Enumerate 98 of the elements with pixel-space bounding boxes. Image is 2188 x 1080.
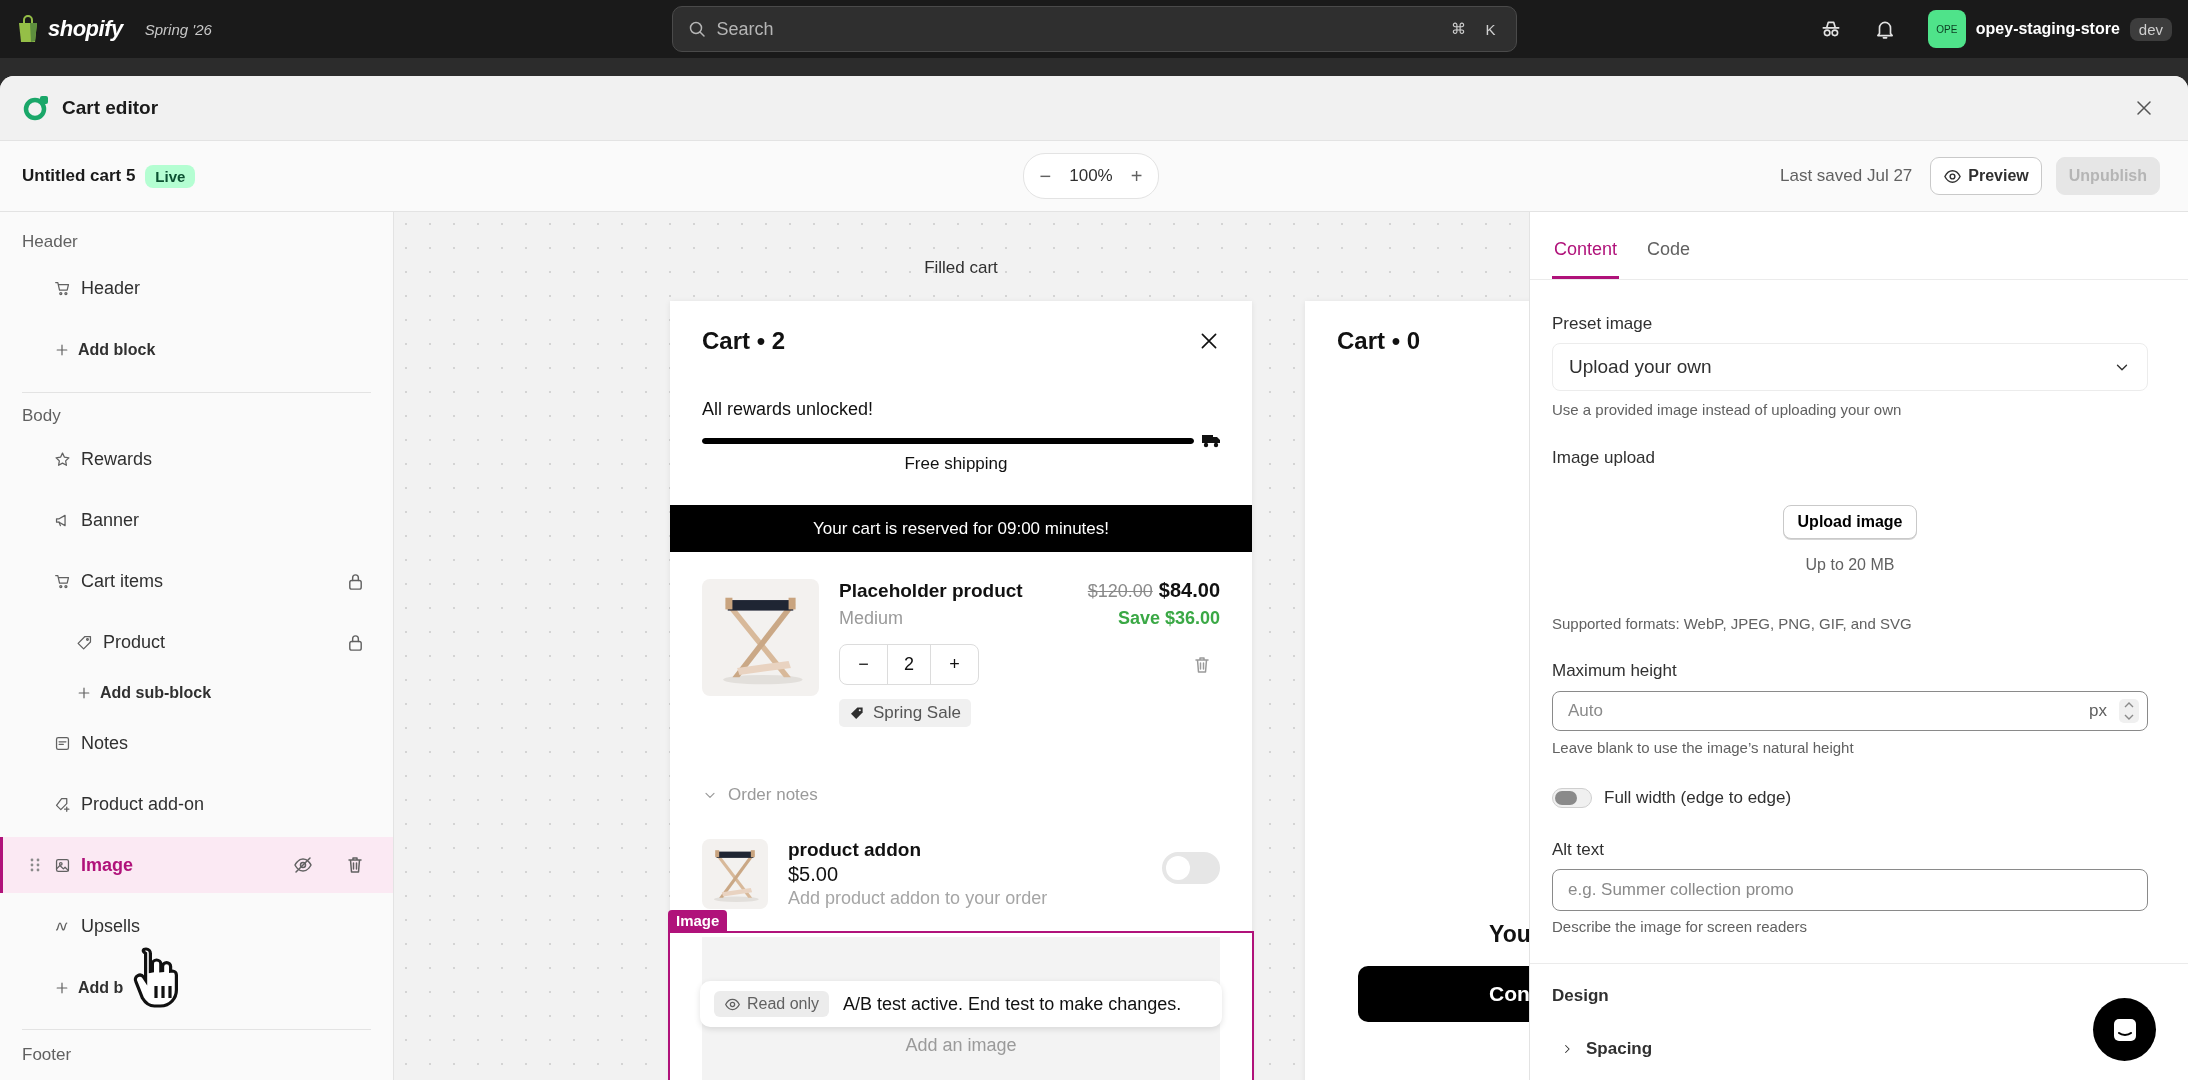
product-variant: Medium bbox=[839, 608, 904, 629]
delete-icon bbox=[345, 855, 365, 875]
block-tag: Image bbox=[668, 910, 728, 931]
shopify-bag-icon bbox=[16, 15, 40, 43]
notice-message: A/B test active. End test to make changes. bbox=[843, 993, 1182, 1015]
panel-tab[interactable]: Content bbox=[1552, 239, 1620, 279]
image-placeholder-text: Add an image bbox=[905, 1035, 1017, 1056]
remove-button[interactable] bbox=[1192, 654, 1212, 675]
cart-title: Cart • 2 bbox=[702, 327, 786, 355]
product-name: Placeholder product bbox=[839, 580, 1023, 602]
continue-button[interactable]: Con bbox=[1358, 966, 1529, 1022]
drag-handle-icon[interactable] bbox=[30, 857, 40, 873]
preview-label: Filled cart bbox=[924, 257, 998, 279]
add-sub-block-button[interactable]: Add sub-block bbox=[0, 673, 393, 713]
tag-icon bbox=[76, 634, 93, 651]
addon-description: Add product addon to your order bbox=[788, 888, 1049, 909]
addon-name: product addon bbox=[788, 839, 922, 861]
block-item[interactable]: Cart items bbox=[0, 551, 393, 612]
brand-name[interactable]: shopify bbox=[48, 16, 123, 42]
eye-off-icon bbox=[293, 855, 313, 875]
block-item[interactable]: Banner bbox=[0, 490, 393, 551]
full-width-toggle[interactable] bbox=[1552, 788, 1592, 808]
add-block-button[interactable]: Add block bbox=[0, 319, 393, 380]
status-badge: Live bbox=[145, 164, 196, 188]
star-icon bbox=[54, 451, 71, 468]
tag-icon bbox=[849, 705, 865, 721]
cart-title: Cart • 0 bbox=[1337, 327, 1421, 355]
image-icon bbox=[54, 856, 71, 874]
maximum-height-field[interactable]: Auto px bbox=[1552, 691, 2148, 731]
store-name[interactable]: opey-staging-store bbox=[1975, 20, 2120, 38]
last-saved-text: Last saved Jul 27 bbox=[1780, 166, 1913, 186]
help-text: Use a provided image instead of uploading your own bbox=[1552, 400, 1903, 420]
compare-price: $120.00 bbox=[1087, 581, 1153, 602]
cart-icon bbox=[54, 280, 71, 297]
zoom-value: 100% bbox=[1069, 166, 1113, 186]
field-label: Image upload bbox=[1552, 447, 1657, 469]
image-block[interactable]: Read only A/B test active. End test to make changes. Add an image bbox=[668, 931, 1254, 1080]
milestone-label: Free shipping bbox=[903, 454, 1009, 474]
cart-name: Untitled cart 5 bbox=[22, 166, 136, 186]
lock-icon bbox=[346, 633, 365, 652]
block-item[interactable]: Rewards bbox=[0, 429, 393, 490]
preview-button[interactable]: Preview bbox=[1930, 157, 2042, 195]
zoom-in-button[interactable]: + bbox=[1130, 164, 1143, 188]
decrease-button[interactable]: − bbox=[840, 645, 887, 684]
help-text: Leave blank to use the image’s natural height bbox=[1552, 738, 1855, 758]
product-price: $84.00 bbox=[1158, 579, 1220, 602]
field-label: Preset image bbox=[1552, 313, 1654, 335]
trash-icon bbox=[1192, 654, 1212, 675]
lock-icon bbox=[346, 572, 365, 591]
section-title: Header bbox=[21, 231, 79, 253]
close-icon bbox=[2134, 98, 2154, 118]
addon-toggle[interactable] bbox=[1162, 852, 1220, 884]
savings-text: Save $36.00 bbox=[1117, 608, 1220, 629]
block-item[interactable]: Header bbox=[0, 258, 393, 319]
toggle-label: Full width (edge to edge) bbox=[1604, 788, 1792, 808]
read-only-badge: Read only bbox=[714, 991, 830, 1017]
stepper-arrows-icon[interactable] bbox=[2119, 699, 2139, 723]
discount-tag: Spring Sale bbox=[839, 699, 971, 727]
zoom-out-button[interactable]: − bbox=[1039, 164, 1052, 188]
truck-icon bbox=[1202, 434, 1220, 448]
preset-image-select[interactable]: Upload your own bbox=[1552, 343, 2148, 391]
cart-icon bbox=[54, 573, 71, 590]
editor-title: Cart editor bbox=[62, 97, 160, 119]
plus-icon bbox=[76, 685, 92, 701]
help-text: Describe the image for screen readers bbox=[1552, 917, 1809, 937]
add-block-button[interactable]: Add b bbox=[0, 957, 393, 1018]
store-avatar[interactable]: OPE bbox=[1927, 10, 1966, 48]
addon-icon bbox=[54, 796, 71, 813]
upload-image-button[interactable]: Upload image bbox=[1782, 505, 1918, 539]
rewards-message: All rewards unlocked! bbox=[702, 399, 875, 420]
search-field[interactable]: Search ⌘ K bbox=[671, 6, 1517, 52]
close-button[interactable] bbox=[2134, 98, 2154, 118]
alt-text-field[interactable]: e.g. Summer collection promo bbox=[1552, 869, 2148, 911]
section-title: Footer bbox=[21, 1044, 73, 1066]
app-logo-icon bbox=[22, 94, 50, 122]
shortcut-key: ⌘ bbox=[1447, 20, 1470, 38]
block-item[interactable]: Product bbox=[0, 612, 393, 673]
section-title: Body bbox=[21, 405, 62, 427]
shortcut-key: K bbox=[1479, 20, 1502, 38]
note-icon bbox=[54, 735, 71, 752]
quantity-value: 2 bbox=[887, 645, 931, 684]
help-text: Supported formats: WebP, JPEG, PNG, GIF, and SVG bbox=[1552, 614, 1913, 634]
addon-price: $5.00 bbox=[788, 863, 840, 886]
block-item[interactable]: Image bbox=[0, 837, 393, 893]
increase-button[interactable]: + bbox=[931, 645, 978, 684]
empty-cart-message: You bbox=[1489, 921, 1529, 948]
panel-tab[interactable]: Code bbox=[1645, 239, 1693, 279]
edition-label: Spring '26 bbox=[144, 20, 212, 38]
section-title: Design bbox=[1552, 985, 1610, 1007]
block-item[interactable]: Upsells bbox=[0, 896, 393, 957]
upload-limit-text: Up to 20 MB bbox=[1805, 555, 1895, 575]
spacing-section-toggle[interactable]: Spacing bbox=[1552, 1037, 1653, 1061]
field-label: Alt text bbox=[1552, 839, 1605, 861]
reservation-banner: Your cart is reserved for 09:00 minutes! bbox=[670, 505, 1252, 552]
field-label: Maximum height bbox=[1552, 660, 1678, 682]
block-item[interactable]: Product add-on bbox=[0, 774, 393, 835]
store-badge: dev bbox=[2129, 17, 2172, 41]
block-item[interactable]: Notes bbox=[0, 713, 393, 774]
